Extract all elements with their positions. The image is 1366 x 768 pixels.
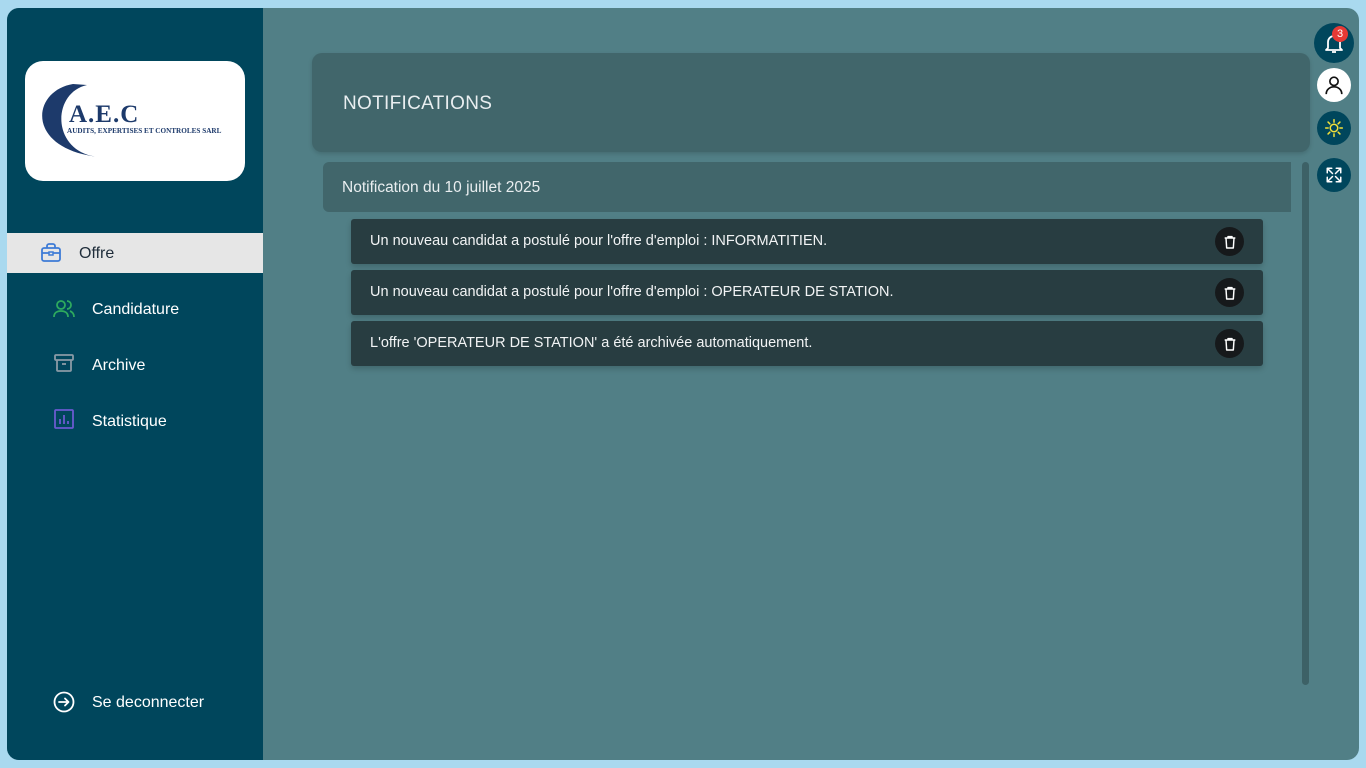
logout-label: Se deconnecter [92,694,205,711]
sidebar-item-statistique[interactable]: Statistique [7,401,263,441]
trash-icon [1224,235,1235,249]
logo-subtitle: AUDITS, EXPERTISES ET CONTROLES SARL [67,127,222,135]
delete-button[interactable] [1215,329,1244,358]
archive-icon [54,354,74,372]
sun-icon [1324,118,1344,138]
notification-count-badge: 3 [1332,26,1348,42]
sidebar-item-label: Statistique [92,413,167,430]
delete-button[interactable] [1215,227,1244,256]
trash-icon [1224,286,1235,300]
profile-button[interactable] [1317,68,1351,102]
user-icon [1325,76,1343,95]
briefcase-icon [41,243,61,262]
company-logo: A.E.C AUDITS, EXPERTISES ET CONTROLES SA… [25,61,245,181]
sidebar: A.E.C AUDITS, EXPERTISES ET CONTROLES SA… [7,8,263,760]
page-title: NOTIFICATIONS [343,93,493,114]
notification-item: Un nouveau candidat a postulé pour l'off… [351,219,1263,264]
sidebar-item-offre[interactable]: Offre [7,233,263,273]
sidebar-item-label: Offre [79,245,115,262]
delete-button[interactable] [1215,278,1244,307]
notification-item: L'offre 'OPERATEUR DE STATION' a été arc… [351,321,1263,366]
fullscreen-icon [1326,167,1342,183]
trash-icon [1224,337,1235,351]
notification-group-header[interactable]: Notification du 10 juillet 2025 [323,162,1291,212]
notification-text: Un nouveau candidat a postulé pour l'off… [370,233,828,249]
sidebar-item-candidature[interactable]: Candidature [7,289,263,329]
sidebar-item-archive[interactable]: Archive [7,345,263,385]
notification-group-title: Notification du 10 juillet 2025 [342,179,541,196]
app-frame: A.E.C AUDITS, EXPERTISES ET CONTROLES SA… [7,8,1359,760]
bar-chart-icon [54,409,74,429]
fullscreen-button[interactable] [1317,158,1351,192]
users-icon [53,300,75,318]
logout-button[interactable]: Se deconnecter [7,682,263,722]
sidebar-item-label: Candidature [92,301,180,318]
notifications-header: NOTIFICATIONS [312,53,1310,152]
sidebar-item-label: Archive [92,357,146,374]
notification-item: Un nouveau candidat a postulé pour l'off… [351,270,1263,315]
notification-text: L'offre 'OPERATEUR DE STATION' a été arc… [370,335,813,351]
scrollbar[interactable] [1302,162,1309,685]
notification-text: Un nouveau candidat a postulé pour l'off… [370,284,894,300]
logo-title: A.E.C [69,101,140,128]
theme-toggle-button[interactable] [1317,111,1351,145]
logout-icon [53,691,75,713]
